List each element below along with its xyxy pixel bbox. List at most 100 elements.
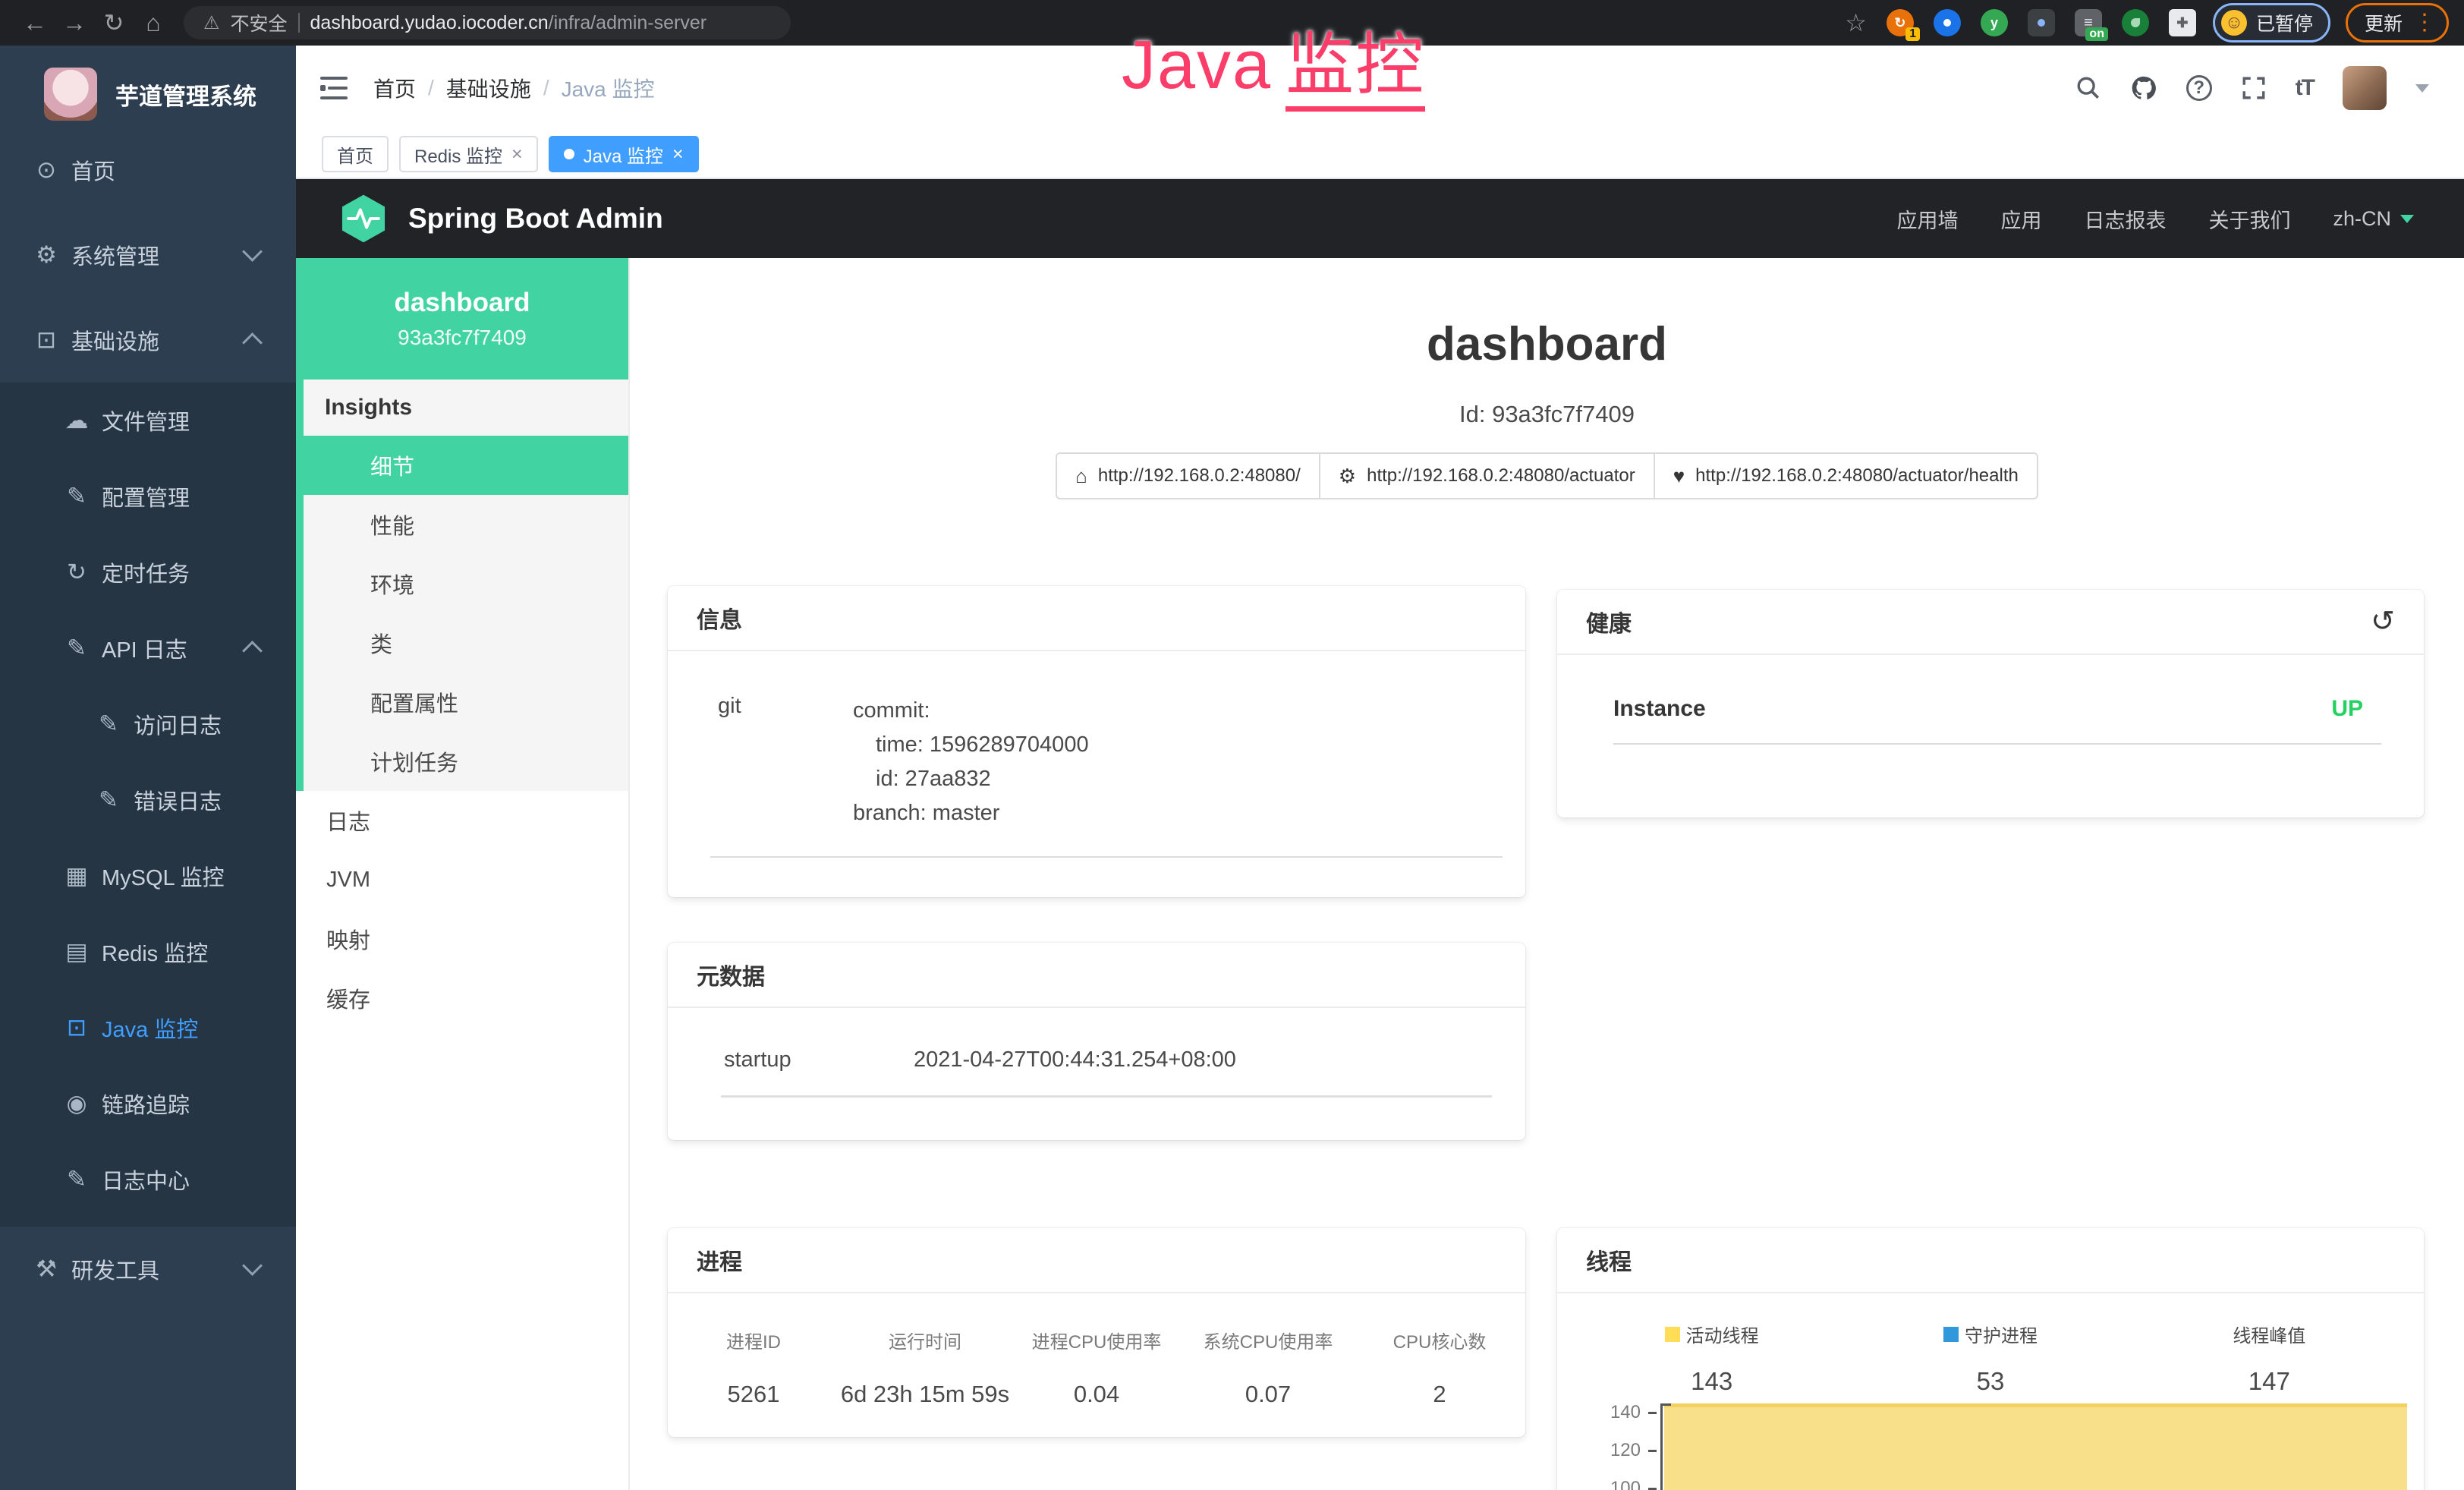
sba-item-scheduled[interactable]: 计划任务 <box>304 732 628 791</box>
back-icon[interactable]: ← <box>15 9 55 37</box>
sidebar-item-dev-tools[interactable]: ⚒ 研发工具 <box>0 1227 296 1312</box>
tag-redis-monitor[interactable]: Redis 监控 × <box>399 136 538 172</box>
sba-nav-applications[interactable]: 应用 <box>2000 204 2041 234</box>
breadcrumb-infrastructure[interactable]: 基础设施 <box>446 73 531 103</box>
sidebar-item-label: 访问日志 <box>134 708 222 740</box>
sba-item-jvm[interactable]: JVM <box>296 850 628 909</box>
sba-item-details[interactable]: 细节 <box>304 436 628 495</box>
user-menu-caret-icon[interactable] <box>2415 84 2429 93</box>
cloud-upload-icon: ☁ <box>59 407 94 434</box>
main-area: 首页 / 基础设施 / Java 监控 ? tT <box>296 46 2464 1490</box>
chevron-down-icon <box>242 241 263 262</box>
reload-icon[interactable]: ↻ <box>94 8 134 37</box>
green-extension-icon[interactable]: y <box>1981 9 2008 36</box>
font-size-icon[interactable]: tT <box>2296 75 2314 101</box>
bookmark-star-icon[interactable]: ☆ <box>1845 8 1867 37</box>
switch-extension-icon[interactable]: ≡on <box>2075 9 2102 36</box>
info-card-header: 信息 <box>668 586 1525 651</box>
browser-menu-icon[interactable]: ⋮ <box>2413 11 2436 34</box>
legend-label: 守护进程 <box>1965 1321 2038 1347</box>
sba-item-metrics[interactable]: 性能 <box>304 495 628 554</box>
info-key: git <box>668 694 853 830</box>
fullscreen-icon[interactable] <box>2241 75 2267 101</box>
app-logo-image <box>44 68 97 121</box>
close-icon[interactable]: × <box>511 143 523 165</box>
app-logo-row[interactable]: 芋道管理系统 <box>0 56 296 132</box>
sidebar-item-system-management[interactable]: ⚙ 系统管理 <box>0 213 296 298</box>
sidebar-item-api-logs[interactable]: ✎ API 日志 <box>0 610 296 686</box>
stat-peak-threads: 线程峰值 147 <box>2130 1321 2409 1396</box>
sba-language-select[interactable]: zh-CN <box>2333 207 2414 231</box>
header-actions: ? tT <box>2075 66 2429 110</box>
tag-java-monitor[interactable]: Java 监控 × <box>549 136 699 172</box>
info-line: commit: <box>853 694 1089 728</box>
sba-item-logs[interactable]: 日志 <box>296 791 628 850</box>
card-title: 线程 <box>1586 1243 1632 1277</box>
sidebar-item-java-monitor[interactable]: ⊡ Java 监控 <box>0 990 296 1066</box>
sba-nav-wallboard[interactable]: 应用墙 <box>1896 204 1958 234</box>
user-avatar[interactable] <box>2343 66 2387 110</box>
history-icon[interactable]: ↺ <box>2371 607 2395 636</box>
help-icon[interactable]: ? <box>2186 75 2212 101</box>
breadcrumb-home[interactable]: 首页 <box>373 73 416 103</box>
instance-actuator-url-button[interactable]: ⚙ http://192.168.0.2:48080/actuator <box>1319 452 1655 499</box>
process-header-row: 进程ID 运行时间 进程CPU使用率 系统CPU使用率 CPU核心数 <box>668 1327 1525 1353</box>
sidebar-item-mysql-monitor[interactable]: ▦ MySQL 监控 <box>0 838 296 914</box>
instance-health-url-button[interactable]: ♥ http://192.168.0.2:48080/actuator/heal… <box>1654 452 2038 499</box>
health-row[interactable]: Instance UP <box>1557 655 2424 722</box>
extensions-puzzle-icon[interactable]: ✚ <box>2169 9 2196 36</box>
sidebar-item-access-logs[interactable]: ✎ 访问日志 <box>0 686 296 762</box>
threads-card-header: 线程 <box>1557 1228 2424 1293</box>
sba-language-label: zh-CN <box>2333 207 2391 231</box>
sba-item-mappings[interactable]: 映射 <box>296 909 628 969</box>
chevron-up-icon <box>242 641 263 661</box>
sidebar-toggle-icon[interactable] <box>320 77 348 99</box>
browser-update-button[interactable]: 更新 ⋮ <box>2346 3 2449 43</box>
sidebar-item-config-management[interactable]: ✎ 配置管理 <box>0 458 296 534</box>
table-icon: ▦ <box>59 862 94 890</box>
breadcrumb-separator: / <box>543 76 549 100</box>
sba-body: dashboard 93a3fc7f7409 Insights 细节 性能 环境… <box>296 258 2464 1490</box>
spring-boot-admin-logo-icon <box>338 194 389 244</box>
url-host: dashboard.yudao.iocoder.cn <box>310 12 549 33</box>
sidebar-item-file-management[interactable]: ☁ 文件管理 <box>0 383 296 458</box>
sidebar-item-redis-monitor[interactable]: ▤ Redis 监控 <box>0 914 296 990</box>
sidebar-item-trace[interactable]: ◉ 链路追踪 <box>0 1066 296 1142</box>
close-icon[interactable]: × <box>672 143 684 165</box>
sba-instance-header[interactable]: dashboard 93a3fc7f7409 <box>296 258 628 380</box>
sba-nav-about[interactable]: 关于我们 <box>2208 204 2290 234</box>
edit-icon: ✎ <box>59 1166 94 1193</box>
search-icon[interactable] <box>2075 75 2101 101</box>
sidebar-item-infrastructure[interactable]: ⊡ 基础设施 <box>0 298 296 383</box>
tag-home[interactable]: 首页 <box>322 136 389 172</box>
sba-item-environment[interactable]: 环境 <box>304 554 628 613</box>
active-threads-area <box>1664 1403 2407 1490</box>
sidebar-item-log-center[interactable]: ✎ 日志中心 <box>0 1142 296 1218</box>
page-url: dashboard.yudao.iocoder.cn/infra/admin-s… <box>310 12 707 34</box>
row-divider <box>710 856 1503 858</box>
legend-swatch-yellow <box>1665 1327 1680 1342</box>
instance-home-url-button[interactable]: ⌂ http://192.168.0.2:48080/ <box>1056 452 1320 499</box>
browser-profile-button[interactable]: ☺ 已暂停 <box>2213 3 2330 43</box>
github-icon[interactable] <box>2130 74 2157 102</box>
profile-avatar-icon: ☺ <box>2221 10 2247 36</box>
metadata-value: 2021-04-27T00:44:31.254+08:00 <box>914 1047 1236 1073</box>
sba-item-classes[interactable]: 类 <box>304 613 628 673</box>
refresh-extension-icon[interactable]: ↻1 <box>1887 9 1914 36</box>
sidebar-item-home[interactable]: ⊙ 首页 <box>0 128 296 213</box>
sba-item-config-props[interactable]: 配置属性 <box>304 673 628 732</box>
sprout-extension-icon[interactable] <box>2122 9 2149 36</box>
sidebar-item-label: 首页 <box>71 154 115 186</box>
forward-icon[interactable]: → <box>55 9 94 37</box>
card-title: 健康 <box>1586 605 1632 638</box>
process-card-header: 进程 <box>668 1228 1525 1293</box>
address-bar[interactable]: ⚠ 不安全 dashboard.yudao.iocoder.cn/infra/a… <box>184 6 791 39</box>
sidebar-item-error-logs[interactable]: ✎ 错误日志 <box>0 762 296 838</box>
grid-extension-icon[interactable] <box>2028 9 2055 36</box>
y-tick-mark <box>1648 1450 1657 1452</box>
pin-extension-icon[interactable] <box>1934 9 1961 36</box>
home-nav-icon[interactable]: ⌂ <box>134 9 173 37</box>
sidebar-item-scheduled-tasks[interactable]: ↻ 定时任务 <box>0 534 296 610</box>
sba-item-caches[interactable]: 缓存 <box>296 969 628 1028</box>
sba-nav-journal[interactable]: 日志报表 <box>2084 204 2166 234</box>
